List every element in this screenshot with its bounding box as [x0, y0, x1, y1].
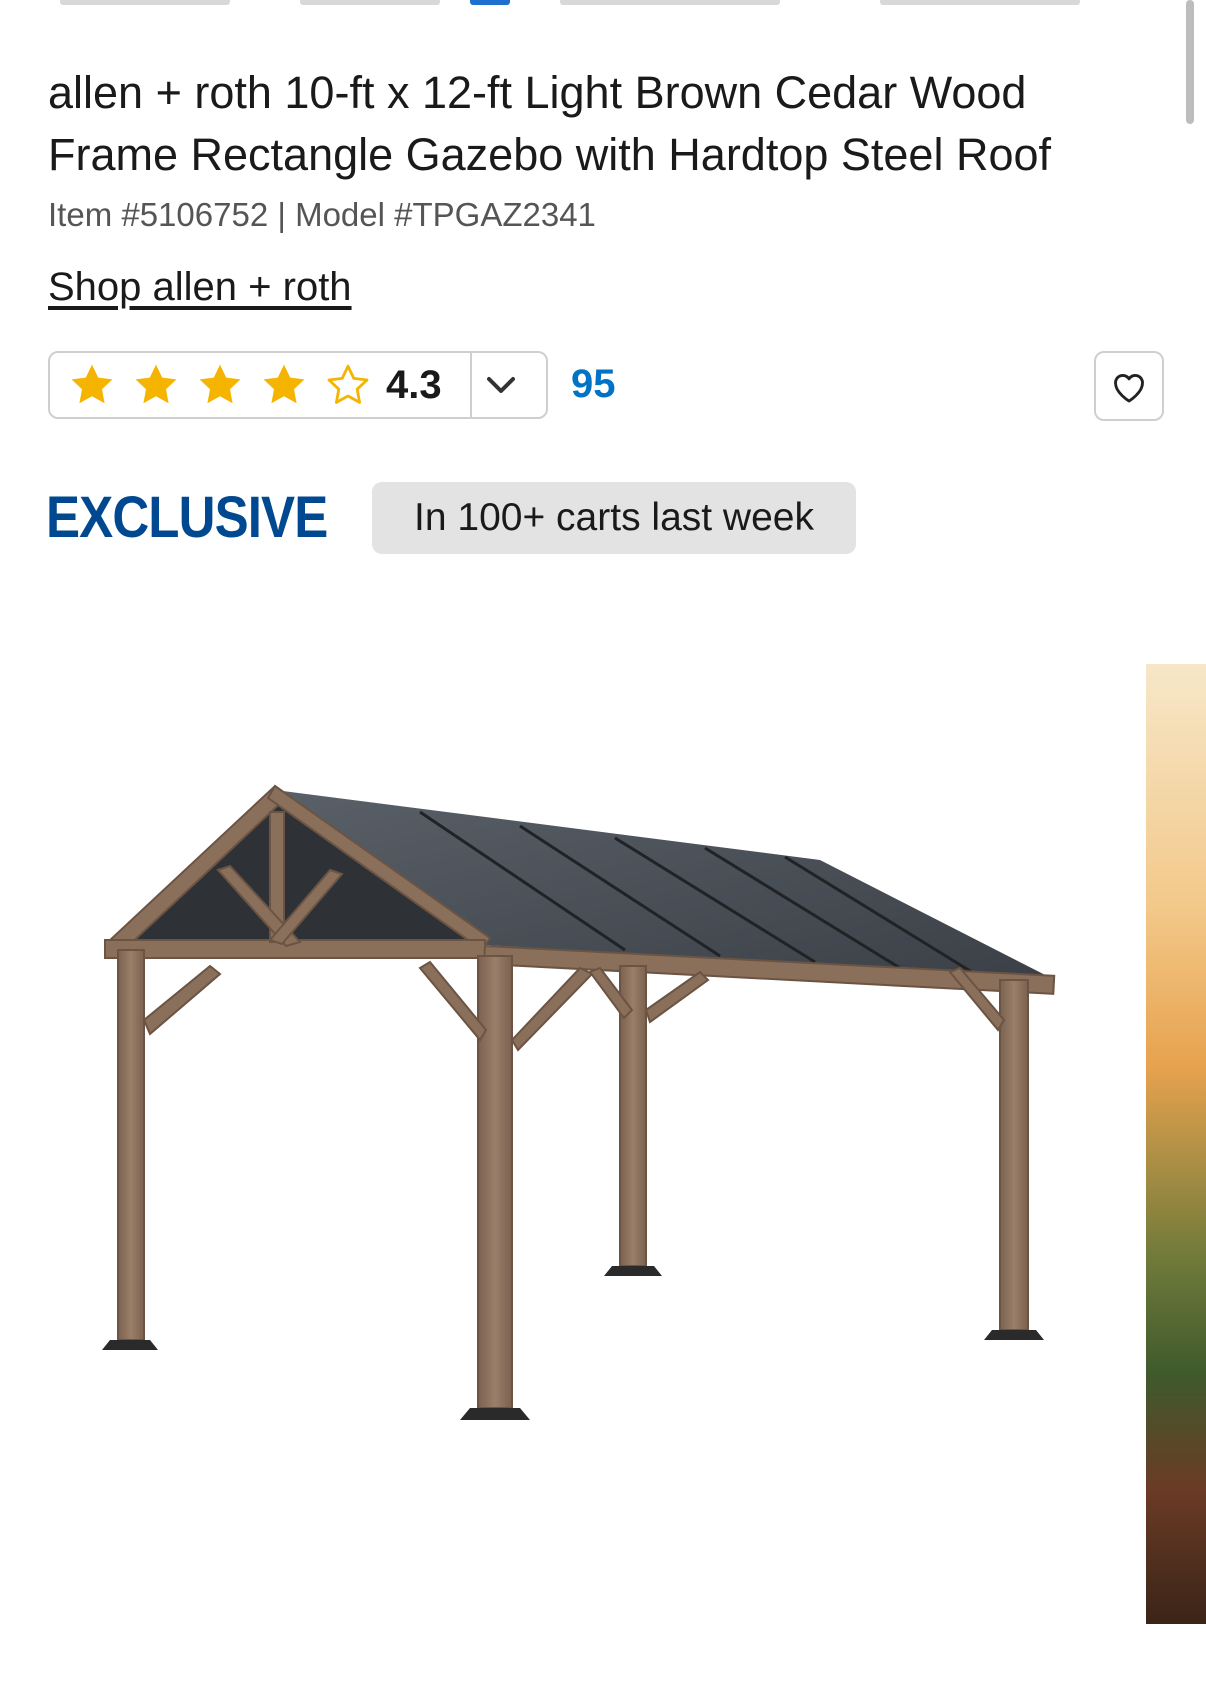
chevron-down-icon[interactable] [472, 353, 530, 417]
star-filled-icon [135, 364, 177, 404]
cart-activity-badge: In 100+ carts last week [372, 482, 856, 554]
product-title: allen + roth 10-ft x 12-ft Light Brown C… [48, 67, 1052, 180]
page-scrollbar[interactable] [1186, 0, 1194, 124]
top-nav-remnant [0, 0, 1206, 6]
product-image-main[interactable] [0, 650, 1146, 1680]
gazebo-image [102, 784, 1056, 1420]
rating-value: 4.3 [386, 362, 442, 407]
star-filled-icon [199, 364, 241, 404]
star-filled-icon [71, 364, 113, 404]
rating-summary-button[interactable]: 4.3 [48, 351, 548, 419]
product-image-next[interactable] [1146, 664, 1206, 1624]
star-outline-icon [327, 364, 369, 404]
star-rating [50, 361, 388, 409]
review-count-link[interactable]: 95 [571, 362, 616, 407]
heart-outline-icon [1114, 374, 1144, 403]
favorite-button[interactable] [1094, 351, 1164, 421]
model-number: Model #TPGAZ2341 [295, 196, 596, 233]
identifier-separator: | [277, 196, 286, 233]
item-number: Item #5106752 [48, 196, 269, 233]
exclusive-badge: EXCLUSIVE [46, 485, 328, 550]
shop-brand-link[interactable]: Shop allen + roth [48, 265, 352, 310]
star-filled-icon [263, 364, 305, 404]
product-identifiers: Item #5106752 | Model #TPGAZ2341 [48, 196, 596, 234]
